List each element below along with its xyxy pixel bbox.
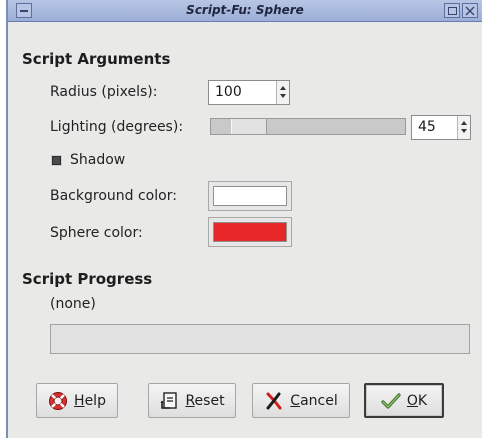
ok-button[interactable]: OK xyxy=(364,383,444,418)
help-lifebuoy-icon xyxy=(49,391,68,410)
help-label: Help xyxy=(74,392,106,409)
shadow-checkbox[interactable] xyxy=(52,156,61,165)
ok-check-icon xyxy=(381,392,401,409)
lighting-label: Lighting (degrees): xyxy=(50,119,184,135)
radius-up-arrow-icon[interactable] xyxy=(280,86,286,90)
lighting-value[interactable]: 45 xyxy=(418,119,436,135)
lighting-up-arrow-icon[interactable] xyxy=(461,121,467,125)
lighting-spin-arrows[interactable] xyxy=(457,116,470,139)
title-bar[interactable]: Script-Fu: Sphere xyxy=(8,0,482,22)
script-progress-heading: Script Progress xyxy=(22,270,153,288)
close-icon[interactable] xyxy=(462,3,478,18)
cancel-label: Cancel xyxy=(290,392,338,409)
script-fu-sphere-dialog: Script-Fu: Sphere Script Arguments Radiu… xyxy=(6,0,482,438)
radius-spin-arrows[interactable] xyxy=(276,81,289,104)
background-color-label: Background color: xyxy=(50,188,177,204)
progress-status: (none) xyxy=(50,296,96,312)
shadow-label[interactable]: Shadow xyxy=(70,152,125,168)
background-color-swatch xyxy=(213,186,287,206)
radius-spinbutton[interactable]: 100 xyxy=(208,80,290,105)
maximize-icon[interactable] xyxy=(444,3,460,18)
radius-down-arrow-icon[interactable] xyxy=(280,94,286,98)
window-title: Script-Fu: Sphere xyxy=(186,3,304,17)
lighting-slider[interactable] xyxy=(210,118,406,135)
sphere-color-button[interactable] xyxy=(208,217,292,247)
lighting-spinbutton[interactable]: 45 xyxy=(411,115,471,140)
background-color-button[interactable] xyxy=(208,181,292,211)
script-arguments-heading: Script Arguments xyxy=(22,50,171,68)
sphere-color-swatch xyxy=(213,222,287,242)
cancel-button[interactable]: Cancel xyxy=(252,383,350,418)
lighting-down-arrow-icon[interactable] xyxy=(461,129,467,133)
reset-icon xyxy=(160,391,178,409)
cancel-x-icon xyxy=(266,392,282,409)
ok-label: OK xyxy=(406,392,428,409)
radius-label: Radius (pixels): xyxy=(50,84,158,100)
sphere-color-label: Sphere color: xyxy=(50,225,143,241)
reset-button[interactable]: Reset xyxy=(148,383,236,418)
help-button[interactable]: Help xyxy=(36,383,118,418)
radius-value[interactable]: 100 xyxy=(215,84,242,100)
progress-bar xyxy=(50,324,470,354)
reset-label: Reset xyxy=(185,392,225,409)
lighting-slider-handle[interactable] xyxy=(231,119,267,134)
